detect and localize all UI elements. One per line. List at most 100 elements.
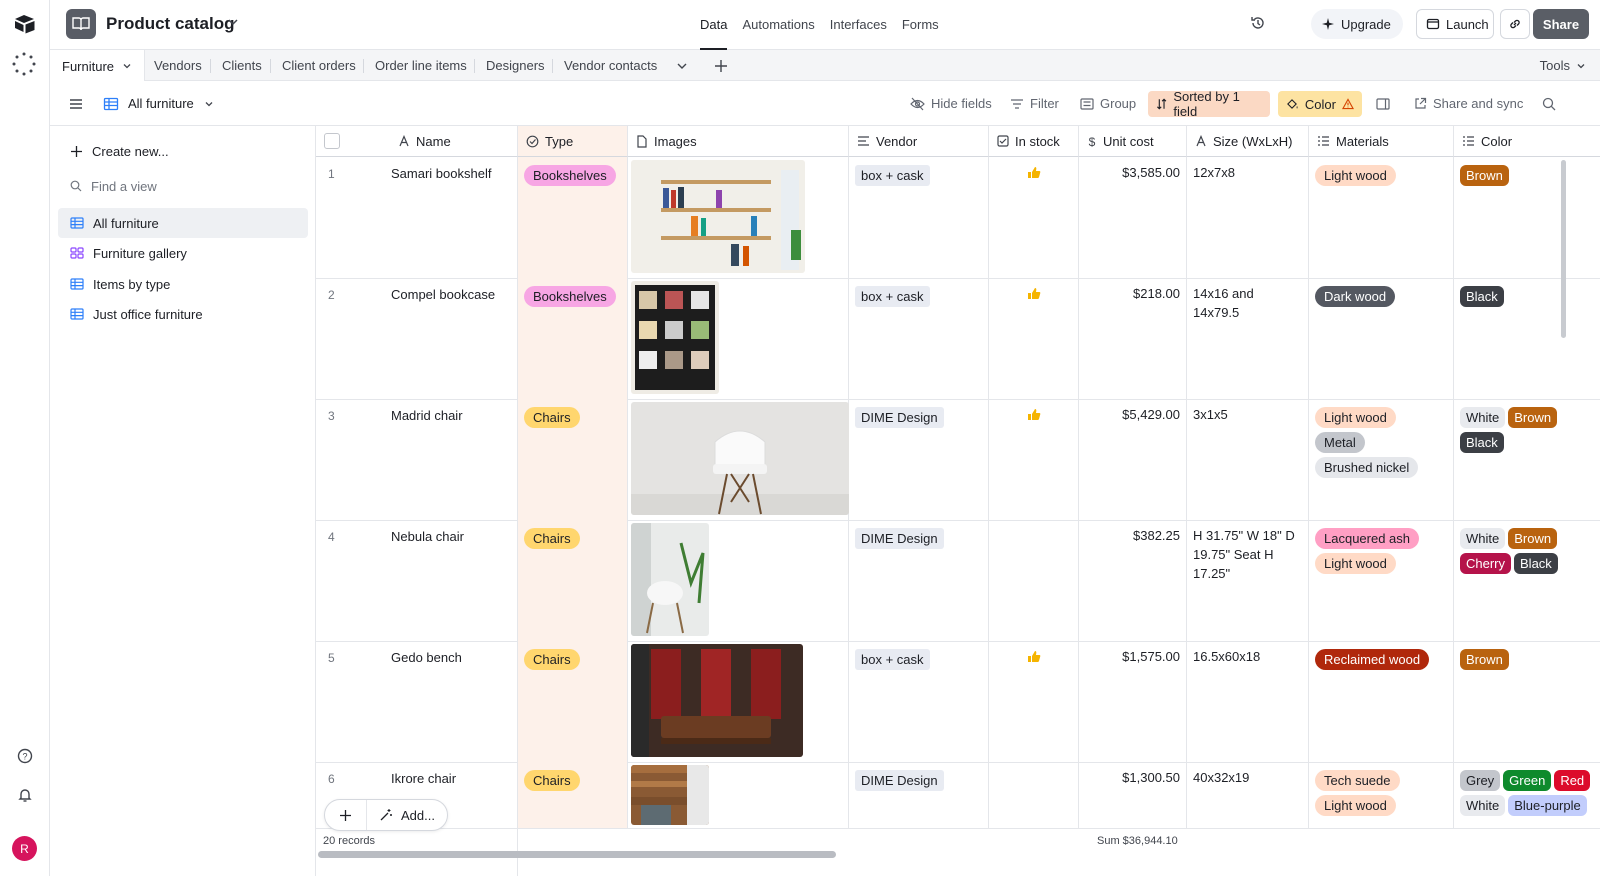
share-button[interactable]: Share	[1533, 9, 1589, 39]
cell-color[interactable]: Brown	[1454, 157, 1600, 278]
cell-in-stock[interactable]	[989, 399, 1079, 520]
select-all-checkbox[interactable]	[324, 133, 340, 149]
header-images[interactable]: Images	[628, 126, 849, 157]
find-view-input[interactable]: Find a view	[58, 171, 308, 201]
cell-vendor[interactable]: box + cask	[849, 157, 989, 278]
base-title[interactable]: Product catalog	[106, 14, 234, 34]
cell-materials[interactable]: Reclaimed wood	[1309, 641, 1454, 762]
header-name[interactable]: Name	[316, 126, 518, 157]
cell-size[interactable]: 12x7x8	[1187, 157, 1309, 278]
nav-automations[interactable]: Automations	[742, 17, 814, 32]
attachment-thumbnail[interactable]	[631, 402, 849, 515]
header-in-stock[interactable]: In stock	[989, 126, 1079, 157]
more-tables-chevron-icon[interactable]	[676, 50, 688, 81]
cell-size[interactable]: H 31.75" W 18" D 19.75" Seat H 17.25"	[1187, 520, 1309, 641]
cell-materials[interactable]: Tech suede Light wood	[1309, 762, 1454, 828]
filter-button[interactable]: Filter	[1010, 81, 1059, 126]
header-vendor[interactable]: Vendor	[849, 126, 989, 157]
cell-materials[interactable]: Lacquered ash Light wood	[1309, 520, 1454, 641]
nav-interfaces[interactable]: Interfaces	[830, 17, 887, 32]
tab-furniture[interactable]: Furniture	[50, 50, 146, 82]
cell-materials[interactable]: Light wood Metal Brushed nickel	[1309, 399, 1454, 520]
sidebar-view-items-by-type[interactable]: Items by type	[58, 269, 308, 299]
history-icon[interactable]	[1250, 15, 1266, 34]
linked-record-chip[interactable]: box + cask	[855, 649, 930, 670]
cell-type[interactable]: Chairs	[518, 641, 628, 762]
linked-record-chip[interactable]: box + cask	[855, 165, 930, 186]
cell-vendor[interactable]: DIME Design	[849, 399, 989, 520]
table-row[interactable]: 1 Samari bookshelf Bookshelves box + cask $3…	[316, 157, 1600, 279]
cell-images[interactable]	[628, 762, 849, 828]
tab-clients[interactable]: Clients	[222, 50, 262, 81]
upgrade-button[interactable]: Upgrade	[1311, 9, 1403, 39]
row-height-icon[interactable]	[1376, 81, 1390, 126]
cell-size[interactable]: 40x32x19	[1187, 762, 1309, 828]
group-button[interactable]: Group	[1080, 81, 1136, 126]
horizontal-scrollbar[interactable]	[318, 851, 836, 858]
tab-client-orders[interactable]: Client orders	[282, 50, 356, 81]
nav-data[interactable]: Data	[700, 17, 728, 50]
linked-record-chip[interactable]: DIME Design	[855, 528, 944, 549]
table-row[interactable]: 3 Madrid chair Chairs DIME Design $5,429.00 3…	[316, 399, 1600, 521]
cell-color[interactable]: Grey Green Red White Blue-purple	[1454, 762, 1600, 828]
share-and-sync-button[interactable]: Share and sync	[1414, 81, 1523, 126]
cell-vendor[interactable]: box + cask	[849, 278, 989, 399]
table-row[interactable]: 2 Compel bookcase Bookshelves box + cask $21…	[316, 278, 1600, 400]
cell-name[interactable]: Samari bookshelf	[376, 157, 518, 278]
cell-images[interactable]	[628, 641, 849, 762]
attachment-thumbnail[interactable]	[631, 523, 709, 636]
help-icon[interactable]: ?	[15, 746, 35, 766]
linked-record-chip[interactable]: box + cask	[855, 286, 930, 307]
cell-materials[interactable]: Dark wood	[1309, 278, 1454, 399]
copy-link-button[interactable]	[1500, 9, 1530, 39]
cell-unit-cost[interactable]: $1,575.00	[1079, 641, 1187, 762]
create-new-view-button[interactable]: Create new...	[58, 136, 308, 166]
cell-unit-cost[interactable]: $1,300.50	[1079, 762, 1187, 828]
cell-unit-cost[interactable]: $5,429.00	[1079, 399, 1187, 520]
cell-images[interactable]	[628, 157, 849, 278]
cell-in-stock[interactable]	[989, 278, 1079, 399]
cell-materials[interactable]: Light wood	[1309, 157, 1454, 278]
chevron-down-icon[interactable]	[122, 61, 132, 71]
tab-designers[interactable]: Designers	[486, 50, 545, 81]
cell-color[interactable]: White Brown Cherry Black	[1454, 520, 1600, 641]
hamburger-menu-icon[interactable]	[68, 81, 84, 126]
cell-type[interactable]: Chairs	[518, 762, 628, 828]
attachment-thumbnail[interactable]	[631, 765, 709, 825]
sidebar-view-just-office-furniture[interactable]: Just office furniture	[58, 299, 308, 329]
attachment-thumbnail[interactable]	[631, 281, 719, 394]
add-record-plus-icon[interactable]	[325, 800, 367, 830]
table-row[interactable]: 5 Gedo bench Chairs box + cask $1,575.00 16.5…	[316, 641, 1600, 763]
cell-size[interactable]: 3x1x5	[1187, 399, 1309, 520]
cell-name[interactable]: Compel bookcase	[376, 278, 518, 399]
cell-size[interactable]: 14x16 and 14x79.5	[1187, 278, 1309, 399]
cell-name[interactable]: Madrid chair	[376, 399, 518, 520]
tab-vendors[interactable]: Vendors	[154, 50, 202, 81]
cell-images[interactable]	[628, 399, 849, 520]
cell-images[interactable]	[628, 520, 849, 641]
cell-vendor[interactable]: DIME Design	[849, 762, 989, 828]
sidebar-view-all-furniture[interactable]: All furniture	[58, 208, 308, 238]
cell-name[interactable]: Nebula chair	[376, 520, 518, 641]
view-switcher[interactable]: All furniture	[103, 81, 214, 126]
cell-unit-cost[interactable]: $382.25	[1079, 520, 1187, 641]
cell-size[interactable]: 16.5x60x18	[1187, 641, 1309, 762]
table-row[interactable]: 4 Nebula chair Chairs DIME Design $382.25 H 3…	[316, 520, 1600, 642]
cell-unit-cost[interactable]: $218.00	[1079, 278, 1187, 399]
cell-in-stock[interactable]	[989, 520, 1079, 641]
cell-color[interactable]: Brown	[1454, 641, 1600, 762]
header-unit-cost[interactable]: $ Unit cost	[1079, 126, 1187, 157]
cell-unit-cost[interactable]: $3,585.00	[1079, 157, 1187, 278]
tools-menu[interactable]: Tools	[1540, 58, 1586, 73]
sidebar-view-furniture-gallery[interactable]: Furniture gallery	[58, 238, 308, 268]
attachment-thumbnail[interactable]	[631, 160, 805, 273]
sum-summary[interactable]: Sum $36,944.10	[1097, 835, 1178, 847]
cell-type[interactable]: Chairs	[518, 520, 628, 641]
tab-order-line-items[interactable]: Order line items	[375, 50, 467, 81]
cell-vendor[interactable]: box + cask	[849, 641, 989, 762]
cell-in-stock[interactable]	[989, 762, 1079, 828]
cell-type[interactable]: Chairs	[518, 399, 628, 520]
launch-button[interactable]: Launch	[1416, 9, 1494, 39]
linked-record-chip[interactable]: DIME Design	[855, 770, 944, 791]
cell-color[interactable]: White BrownBlack	[1454, 399, 1600, 520]
